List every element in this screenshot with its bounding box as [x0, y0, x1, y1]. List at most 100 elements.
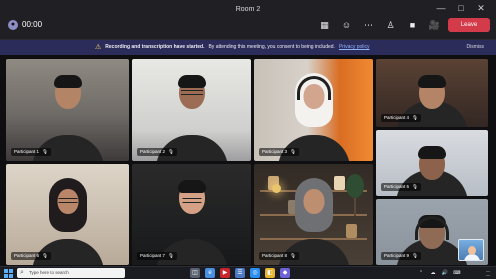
- participant-tile-6[interactable]: Participant 6 🎙: [6, 164, 129, 265]
- meeting-time: 00:00: [22, 20, 43, 29]
- participant-name-label: Participant 3 🎙: [259, 148, 299, 156]
- windows-taskbar: Type here to search ◫ e ▶ ☰ ◎ ◧ ◆ ⌃ ☁ 🔊 …: [0, 266, 496, 279]
- participant-tile-9[interactable]: Participant 9 🎙: [376, 199, 488, 265]
- banner-text: By attending this meeting, you consent t…: [208, 44, 335, 50]
- participant-tile-8[interactable]: Participant 8 🎙: [254, 164, 373, 265]
- file-explorer-icon[interactable]: ◧: [265, 268, 275, 278]
- people-icon[interactable]: ☺: [340, 20, 353, 31]
- participant-hair: [177, 75, 206, 88]
- glasses-icon: [182, 198, 201, 203]
- banner-message-group: ⚠ Recording and transcription have start…: [95, 40, 370, 55]
- lamp-icon: [272, 184, 281, 193]
- more-icon[interactable]: ⋯: [362, 20, 375, 31]
- participant-name-label: Participant 4 🎙: [381, 114, 421, 122]
- self-view-body: [464, 254, 480, 260]
- participant-name-label: Participant 5 🎙: [381, 183, 421, 191]
- speaker-icon[interactable]: 🔊: [441, 268, 449, 278]
- microphone-icon: 🎙: [412, 115, 418, 120]
- video-grid: Participant 1 🎙 Participant 2 🎙 Particip…: [0, 55, 496, 266]
- raise-hand-icon[interactable]: ♙: [384, 20, 397, 31]
- participant-name: Participant 6: [14, 253, 40, 258]
- teams-meeting-window: Room 2 — □ ✕ ● 00:00 ▦ ☺ ⋯ ♙ ■ 🎥 🎤 ⇪ Lea…: [0, 0, 496, 279]
- minimize-icon[interactable]: —: [436, 4, 446, 13]
- camera-icon[interactable]: ■: [406, 20, 419, 31]
- microphone-icon: 🎙: [42, 253, 48, 258]
- shelf-decoration: [334, 176, 345, 190]
- leave-button[interactable]: Leave: [448, 18, 490, 32]
- participant-name-label: Participant 2 🎙: [137, 148, 177, 156]
- participant-tile-2[interactable]: Participant 2 🎙: [132, 59, 251, 161]
- window-title: Room 2: [235, 6, 261, 13]
- windows-logo-pane: [9, 268, 13, 273]
- plant-icon: [346, 174, 364, 216]
- participant-name: Participant 8: [262, 253, 288, 258]
- participant-tile-3[interactable]: Participant 3 🎙: [254, 59, 373, 161]
- windows-logo-pane: [4, 268, 8, 273]
- participant-name: Participant 5: [384, 184, 410, 189]
- participant-name: Participant 9: [384, 253, 410, 258]
- task-view-icon[interactable]: ◫: [190, 268, 200, 278]
- participant-name-label: Participant 9 🎙: [381, 252, 421, 260]
- participant-hair: [177, 180, 206, 193]
- participant-hair: [418, 146, 446, 159]
- privacy-policy-link[interactable]: Privacy policy: [339, 40, 370, 55]
- system-tray: ⌃ ☁ 🔊 ⌨ — —: [417, 268, 490, 278]
- shelf-decoration: [346, 224, 357, 238]
- participant-tile-4[interactable]: Participant 4 🎙: [376, 59, 488, 127]
- microphone-icon: 🎙: [290, 253, 296, 258]
- participant-face: [303, 189, 324, 214]
- clock-date: —: [486, 272, 490, 277]
- top-bar: Room 2 — □ ✕ ● 00:00 ▦ ☺ ⋯ ♙ ■ 🎥 🎤 ⇪ Lea…: [0, 0, 496, 40]
- cloud-icon[interactable]: ☁: [429, 268, 437, 278]
- dismiss-button[interactable]: Dismiss: [467, 40, 485, 55]
- warning-icon: ⚠: [95, 44, 102, 51]
- chat-icon[interactable]: ▦: [318, 20, 331, 31]
- participant-name: Participant 4: [384, 115, 410, 120]
- edge-icon[interactable]: ◎: [250, 268, 260, 278]
- taskbar-left: Type here to search: [4, 268, 125, 278]
- close-icon[interactable]: ✕: [476, 4, 486, 13]
- banner-bold-text: Recording and transcription have started…: [105, 44, 205, 50]
- participant-name-label: Participant 8 🎙: [259, 252, 299, 260]
- window-controls: — □ ✕: [436, 4, 486, 13]
- glasses-icon: [58, 198, 77, 203]
- microphone-icon: 🎙: [412, 184, 418, 189]
- document-icon[interactable]: ☰: [235, 268, 245, 278]
- maximize-icon[interactable]: □: [456, 4, 466, 13]
- browser-icon[interactable]: e: [205, 268, 215, 278]
- microphone-icon: 🎙: [168, 253, 174, 258]
- teams-icon[interactable]: ◆: [280, 268, 290, 278]
- windows-logo-pane: [4, 273, 8, 278]
- mic-icon[interactable]: 🎥: [428, 20, 441, 31]
- participant-name-label: Participant 1 🎙: [11, 148, 51, 156]
- chevron-up-icon[interactable]: ⌃: [417, 268, 425, 278]
- microphone-icon: 🎙: [168, 149, 174, 154]
- recording-banner: ⚠ Recording and transcription have start…: [0, 40, 496, 55]
- self-view-preview[interactable]: [458, 239, 484, 261]
- participant-tile-1[interactable]: Participant 1 🎙: [6, 59, 129, 161]
- windows-start-icon[interactable]: [4, 268, 13, 278]
- windows-logo-pane: [9, 273, 13, 278]
- meeting-timer: ● 00:00: [8, 20, 42, 30]
- participant-hair: [418, 75, 446, 88]
- self-view-face: [468, 246, 476, 255]
- participant-name: Participant 7: [140, 253, 166, 258]
- microphone-icon: 🎙: [42, 149, 48, 154]
- participant-name: Participant 3: [262, 149, 288, 154]
- participant-tile-5[interactable]: Participant 5 🎙: [376, 130, 488, 196]
- taskbar-search-input[interactable]: Type here to search: [17, 268, 125, 278]
- participant-name: Participant 1: [14, 149, 40, 154]
- microphone-icon: 🎙: [290, 149, 296, 154]
- participant-tile-7[interactable]: Participant 7 🎙: [132, 164, 251, 265]
- taskbar-pinned-apps: ◫ e ▶ ☰ ◎ ◧ ◆: [190, 268, 290, 278]
- participant-name-label: Participant 6 🎙: [11, 252, 51, 260]
- media-icon[interactable]: ▶: [220, 268, 230, 278]
- microphone-icon: 🎙: [412, 253, 418, 258]
- participant-hair: [53, 75, 82, 88]
- keyboard-icon[interactable]: ⌨: [453, 268, 461, 278]
- glasses-icon: [180, 90, 203, 95]
- participant-name: Participant 2: [140, 149, 166, 154]
- shield-icon: ●: [8, 20, 18, 30]
- participant-name-label: Participant 7 🎙: [137, 252, 177, 260]
- system-clock[interactable]: — —: [465, 268, 490, 278]
